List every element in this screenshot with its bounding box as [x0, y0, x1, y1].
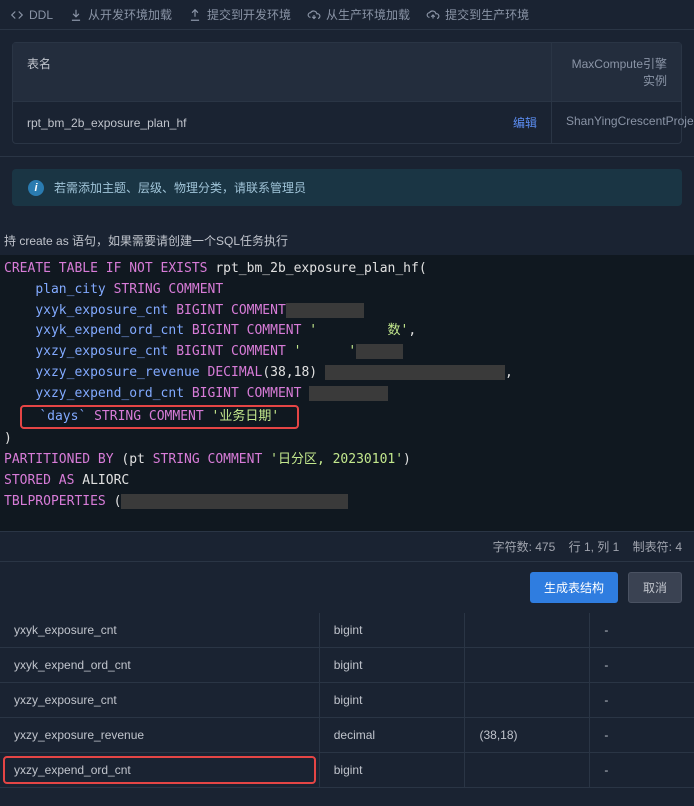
submit-dev-label: 提交到开发环境 [207, 6, 291, 23]
load-dev-label: 从开发环境加载 [88, 6, 172, 23]
action-bar: 生成表结构 取消 [0, 561, 694, 613]
table-row: yxzy_exposure_revenuedecimal(38,18)- [0, 718, 694, 753]
submit-prod-button[interactable]: 提交到生产环境 [426, 6, 529, 23]
field-type: decimal [319, 718, 465, 753]
field-size [465, 648, 590, 683]
table-meta-row: rpt_bm_2b_exposure_plan_hf 编辑 ShanYingCr… [13, 102, 681, 143]
field-default: - [590, 648, 694, 683]
toolbar: DDL 从开发环境加载 提交到开发环境 从生产环境加载 提交到生产环境 [0, 0, 694, 30]
chars-value: 475 [535, 540, 555, 554]
table-row: yxyk_expend_ord_cntbigint - [0, 648, 694, 683]
edit-link[interactable]: 编辑 [513, 114, 537, 131]
highlighted-field: `days` STRING COMMENT '业务日期' [20, 405, 299, 430]
submit-prod-label: 提交到生产环境 [445, 6, 529, 23]
field-size [465, 683, 590, 718]
field-default: - [590, 683, 694, 718]
highlighted-row: yxzy_expend_ord_cntbigint - [0, 753, 694, 788]
cancel-button[interactable]: 取消 [628, 572, 682, 603]
upload-icon [188, 8, 202, 22]
schema-table: yxyk_exposure_cntbigint- yxyk_expend_ord… [0, 613, 694, 788]
field-type: bigint [319, 683, 465, 718]
field-default: - [590, 613, 694, 648]
sql-editor[interactable]: CREATE TABLE IF NOT EXISTS rpt_bm_2b_exp… [0, 255, 694, 531]
field-size [465, 753, 590, 788]
field-name: yxyk_expend_ord_cnt [0, 648, 319, 683]
field-type: bigint [319, 648, 465, 683]
status-bar: 字符数: 475 行 1, 列 1 制表符: 4 [0, 531, 694, 561]
table-meta-section: 表名 MaxCompute引擎实例 rpt_bm_2b_exposure_pla… [0, 30, 694, 157]
engine-header: MaxCompute引擎实例 [551, 43, 681, 101]
chars-label: 字符数: [493, 540, 532, 554]
cloud-download-icon [307, 8, 321, 22]
ddl-button[interactable]: DDL [10, 6, 53, 23]
field-size [465, 613, 590, 648]
load-prod-label: 从生产环境加载 [326, 6, 410, 23]
ddl-label: DDL [29, 8, 53, 22]
info-text: 若需添加主题、层级、物理分类，请联系管理员 [54, 179, 306, 196]
field-type: bigint [319, 753, 465, 788]
angle-brackets-icon [10, 8, 24, 22]
hint-bar: 持 create as 语句，如果需要请创建一个SQL任务执行 [0, 226, 694, 255]
table-name-value: rpt_bm_2b_exposure_plan_hf [27, 116, 186, 130]
load-prod-button[interactable]: 从生产环境加载 [307, 6, 410, 23]
field-name: yxzy_expend_ord_cnt [0, 753, 319, 788]
field-name: yxzy_exposure_cnt [0, 683, 319, 718]
field-size: (38,18) [465, 718, 590, 753]
line-col: 行 1, 列 1 [569, 540, 620, 554]
generate-button[interactable]: 生成表结构 [530, 572, 618, 603]
field-type: bigint [319, 613, 465, 648]
table-row: yxzy_exposure_cntbigint - [0, 683, 694, 718]
field-name: yxyk_exposure_cnt [0, 613, 319, 648]
field-name: yxzy_exposure_revenue [0, 718, 319, 753]
download-icon [69, 8, 83, 22]
field-default: - [590, 753, 694, 788]
submit-dev-button[interactable]: 提交到开发环境 [188, 6, 291, 23]
keyword: CREATE TABLE IF NOT EXISTS [4, 261, 208, 276]
info-icon: i [28, 180, 44, 196]
info-box: i 若需添加主题、层级、物理分类，请联系管理员 [12, 169, 682, 206]
table-name-header: 表名 [13, 43, 551, 101]
tabs: 制表符: 4 [633, 540, 682, 554]
cloud-upload-icon [426, 8, 440, 22]
engine-value: ShanYingCrescentProje [551, 102, 681, 143]
load-dev-button[interactable]: 从开发环境加载 [69, 6, 172, 23]
table-row: yxyk_exposure_cntbigint - [0, 613, 694, 648]
field-default: - [590, 718, 694, 753]
